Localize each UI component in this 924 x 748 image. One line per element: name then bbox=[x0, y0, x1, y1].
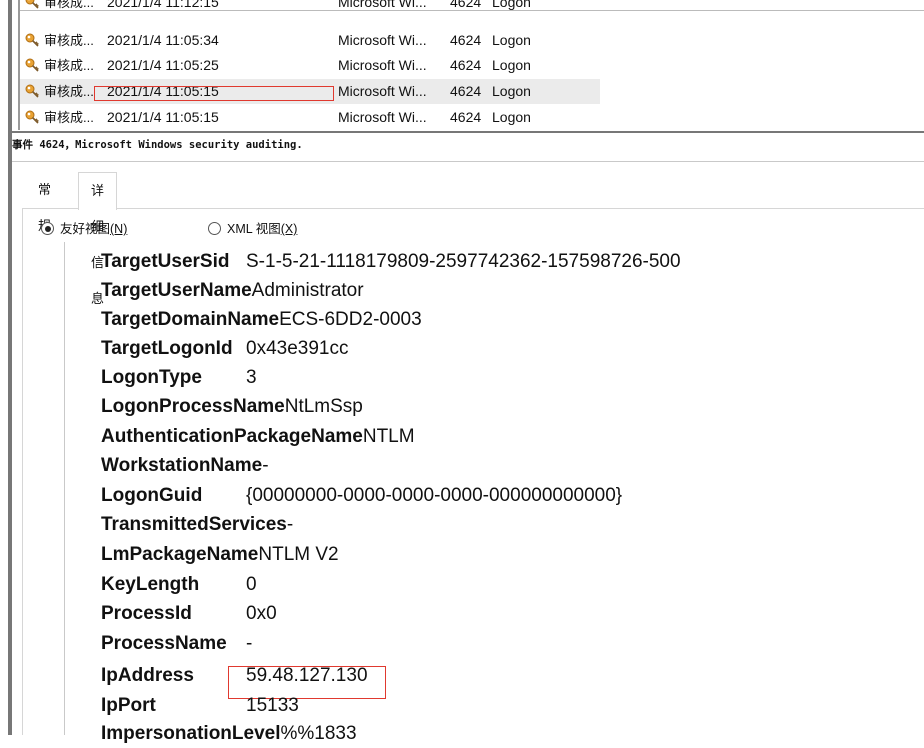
field-key-length: KeyLength 0 bbox=[101, 571, 199, 599]
field-logon-guid: LogonGuid {00000000-0000-0000-0000-00000… bbox=[101, 482, 202, 510]
field-logon-type: LogonType 3 bbox=[101, 364, 202, 392]
field-name: ProcessName bbox=[101, 633, 227, 654]
key-icon bbox=[24, 83, 40, 99]
xml-view-label: XML 视图(X) bbox=[227, 220, 297, 238]
field-value: 0 bbox=[246, 571, 257, 599]
field-value: S-1-5-21-1118179809-2597742362-157598726… bbox=[246, 248, 681, 276]
tab-general[interactable]: 常规 bbox=[26, 172, 63, 208]
field-name: TargetUserSid bbox=[101, 251, 229, 272]
field-ip-address: IpAddress 59.48.127.130 bbox=[101, 662, 194, 690]
key-icon bbox=[24, 109, 40, 125]
event-source: Microsoft Wi... bbox=[338, 28, 427, 53]
field-target-user-sid: TargetUserSid S-1-5-21-1118179809-259774… bbox=[101, 248, 229, 276]
field-transmitted-services: TransmittedServices- bbox=[101, 511, 293, 539]
event-category: Logon bbox=[492, 105, 531, 130]
field-value: - bbox=[262, 455, 268, 476]
field-value: 0x0 bbox=[246, 600, 277, 628]
event-category: Logon bbox=[492, 0, 531, 15]
details-tree-border bbox=[64, 242, 65, 735]
event-source: Microsoft Wi... bbox=[338, 79, 427, 104]
field-value: ECS-6DD2-0003 bbox=[279, 309, 422, 330]
field-target-logon-id: TargetLogonId 0x43e391cc bbox=[101, 335, 233, 363]
event-list: 审核成... 2021/1/4 11:12:15 Microsoft Wi...… bbox=[20, 0, 924, 130]
event-id: 4624 bbox=[450, 0, 481, 15]
window-frame-left bbox=[8, 0, 12, 735]
event-category: Logon bbox=[492, 28, 531, 53]
field-name: LogonType bbox=[101, 367, 202, 388]
key-icon bbox=[24, 0, 40, 10]
event-id: 4624 bbox=[450, 79, 481, 104]
field-value: 0x43e391cc bbox=[246, 335, 348, 363]
field-value: 15133 bbox=[246, 692, 299, 720]
event-row[interactable]: 审核成... 2021/1/4 11:12:15 Microsoft Wi...… bbox=[20, 0, 600, 15]
key-icon bbox=[24, 57, 40, 73]
field-authentication-package-name: AuthenticationPackageNameNTLM bbox=[101, 423, 415, 451]
event-source: Microsoft Wi... bbox=[338, 53, 427, 78]
event-level: 审核成... bbox=[44, 105, 94, 130]
event-detail-title: 事件 4624，Microsoft Windows security audit… bbox=[12, 137, 303, 152]
field-value: 3 bbox=[246, 364, 257, 392]
field-name: TransmittedServices bbox=[101, 514, 287, 535]
field-value: Administrator bbox=[252, 280, 364, 301]
field-name: TargetUserName bbox=[101, 280, 252, 301]
field-value: NTLM bbox=[363, 426, 415, 447]
field-name: KeyLength bbox=[101, 574, 199, 595]
field-lm-package-name: LmPackageNameNTLM V2 bbox=[101, 541, 339, 569]
event-source: Microsoft Wi... bbox=[338, 0, 427, 15]
tab-details[interactable]: 详细信息 bbox=[78, 172, 117, 210]
field-workstation-name: WorkstationName- bbox=[101, 452, 269, 480]
field-name: AuthenticationPackageName bbox=[101, 426, 363, 447]
event-category: Logon bbox=[492, 53, 531, 78]
event-level: 审核成... bbox=[44, 79, 94, 104]
field-name: LogonProcessName bbox=[101, 396, 285, 417]
field-target-domain-name: TargetDomainNameECS-6DD2-0003 bbox=[101, 306, 422, 334]
event-datetime: 2021/1/4 11:05:34 bbox=[107, 28, 219, 53]
field-name: ImpersonationLevel bbox=[101, 723, 281, 744]
event-category: Logon bbox=[492, 79, 531, 104]
field-process-name: ProcessName - bbox=[101, 630, 227, 658]
field-logon-process-name: LogonProcessNameNtLmSsp bbox=[101, 393, 363, 421]
field-value: NTLM V2 bbox=[258, 544, 338, 565]
radio-unchecked-icon bbox=[208, 222, 221, 235]
event-source: Microsoft Wi... bbox=[338, 105, 427, 130]
event-datetime: 2021/1/4 11:12:15 bbox=[107, 0, 219, 15]
key-icon bbox=[24, 32, 40, 48]
event-id: 4624 bbox=[450, 28, 481, 53]
field-name: IpAddress bbox=[101, 665, 194, 686]
field-name: TargetLogonId bbox=[101, 338, 233, 359]
event-row[interactable]: 审核成... 2021/1/4 11:05:25 Microsoft Wi...… bbox=[20, 53, 600, 78]
divider bbox=[12, 161, 924, 162]
field-value: - bbox=[287, 514, 293, 535]
field-value: - bbox=[246, 630, 252, 658]
event-row[interactable]: 审核成... 2021/1/4 11:05:34 Microsoft Wi...… bbox=[20, 28, 600, 53]
field-name: LogonGuid bbox=[101, 485, 202, 506]
field-ip-port: IpPort 15133 bbox=[101, 692, 156, 720]
field-name: TargetDomainName bbox=[101, 309, 279, 330]
pane-splitter[interactable] bbox=[12, 131, 924, 133]
field-value: {00000000-0000-0000-0000-000000000000} bbox=[246, 482, 622, 510]
field-value: NtLmSsp bbox=[285, 396, 363, 417]
event-id: 4624 bbox=[450, 53, 481, 78]
datetime-highlight-box bbox=[94, 86, 334, 101]
field-value: %%1833 bbox=[281, 723, 357, 744]
event-level: 审核成... bbox=[44, 28, 94, 53]
event-datetime: 2021/1/4 11:05:25 bbox=[107, 53, 219, 78]
field-process-id: ProcessId 0x0 bbox=[101, 600, 192, 628]
event-level: 审核成... bbox=[44, 0, 94, 15]
event-level: 审核成... bbox=[44, 53, 94, 78]
event-datetime: 2021/1/4 11:05:15 bbox=[107, 105, 219, 130]
friendly-view-label: 友好视图(N) bbox=[60, 220, 127, 238]
event-row[interactable]: 审核成... 2021/1/4 11:05:15 Microsoft Wi...… bbox=[20, 105, 600, 130]
event-id: 4624 bbox=[450, 105, 481, 130]
field-name: ProcessId bbox=[101, 603, 192, 624]
field-name: WorkstationName bbox=[101, 455, 262, 476]
field-target-user-name: TargetUserNameAdministrator bbox=[101, 277, 364, 305]
radio-checked-icon bbox=[41, 222, 54, 235]
field-name: LmPackageName bbox=[101, 544, 258, 565]
field-impersonation-level: ImpersonationLevel%%1833 bbox=[101, 720, 357, 748]
field-name: IpPort bbox=[101, 695, 156, 716]
